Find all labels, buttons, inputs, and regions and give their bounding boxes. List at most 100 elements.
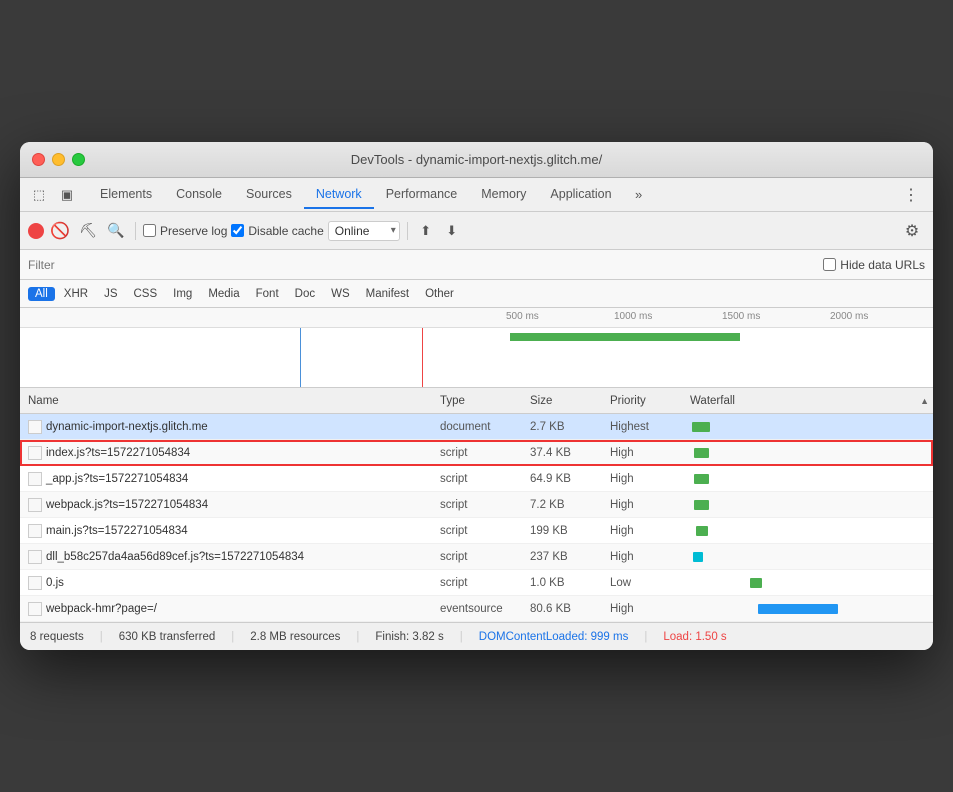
cell-name-8: webpack-hmr?page=/ xyxy=(20,602,440,616)
table-header: Name Type Size Priority Waterfall ▲ xyxy=(20,388,933,414)
header-type[interactable]: Type xyxy=(440,395,530,407)
more-tabs-icon[interactable]: » xyxy=(628,184,650,206)
cell-type-7: script xyxy=(440,577,530,589)
network-condition-select[interactable]: Online Offline Slow 3G Fast 3G xyxy=(328,221,400,241)
filter-img[interactable]: Img xyxy=(166,287,199,301)
cell-name-3: _app.js?ts=1572271054834 xyxy=(20,472,440,486)
filter-other[interactable]: Other xyxy=(418,287,461,301)
tab-memory[interactable]: Memory xyxy=(469,181,538,209)
filter-icon[interactable]: ⛏ xyxy=(76,219,100,243)
table-row[interactable]: index.js?ts=1572271054834 script 37.4 KB… xyxy=(20,440,933,466)
status-bar: 8 requests | 630 KB transferred | 2.8 MB… xyxy=(20,622,933,650)
window-title: DevTools - dynamic-import-nextjs.glitch.… xyxy=(351,152,602,167)
hide-data-urls-label[interactable]: Hide data URLs xyxy=(823,258,925,272)
load-line xyxy=(422,328,423,387)
filter-all[interactable]: All xyxy=(28,287,55,301)
ruler-labels: 500 ms 1000 ms 1500 ms 2000 ms 2500 ms 3… xyxy=(506,311,933,322)
tab-application[interactable]: Application xyxy=(538,181,623,209)
table-row[interactable]: main.js?ts=1572271054834 script 199 KB H… xyxy=(20,518,933,544)
cell-priority-4: High xyxy=(610,499,690,511)
cell-name-6: dll_b58c257da4aa56d89cef.js?ts=157227105… xyxy=(20,550,440,564)
separator-2 xyxy=(407,222,408,240)
header-size[interactable]: Size xyxy=(530,395,610,407)
filter-manifest[interactable]: Manifest xyxy=(359,287,416,301)
table-row[interactable]: 0.js script 1.0 KB Low xyxy=(20,570,933,596)
filter-type-bar: All XHR JS CSS Img Media Font Doc WS Man… xyxy=(20,280,933,308)
timeline-ruler: 500 ms 1000 ms 1500 ms 2000 ms 2500 ms 3… xyxy=(20,308,933,328)
cell-waterfall-7 xyxy=(690,570,933,595)
table-row[interactable]: _app.js?ts=1572271054834 script 64.9 KB … xyxy=(20,466,933,492)
record-button[interactable] xyxy=(28,223,44,239)
hide-data-urls-checkbox[interactable] xyxy=(823,258,836,271)
header-waterfall[interactable]: Waterfall ▲ xyxy=(690,395,933,407)
waterfall-bar-6 xyxy=(693,552,703,562)
cell-waterfall-3 xyxy=(690,466,933,491)
devtools-menu-icon[interactable]: ⋮ xyxy=(897,185,925,205)
status-load: Load: 1.50 s xyxy=(663,631,726,643)
import-icon[interactable]: ⬆ xyxy=(415,220,437,242)
cell-waterfall-6 xyxy=(690,544,933,569)
ruler-1500: 1500 ms xyxy=(722,311,830,322)
minimize-button[interactable] xyxy=(52,153,65,166)
sep-1: | xyxy=(100,631,103,643)
preserve-log-label[interactable]: Preserve log xyxy=(143,224,227,238)
export-icon[interactable]: ⬇ xyxy=(441,220,463,242)
ruler-2000: 2000 ms xyxy=(830,311,933,322)
filter-font[interactable]: Font xyxy=(249,287,286,301)
cell-priority-2: High xyxy=(610,447,690,459)
waterfall-bar-5 xyxy=(696,526,708,536)
status-transferred: 630 KB transferred xyxy=(119,631,216,643)
dom-content-loaded-line xyxy=(300,328,301,387)
tab-performance[interactable]: Performance xyxy=(374,181,470,209)
filter-js[interactable]: JS xyxy=(97,287,124,301)
waterfall-bar-8 xyxy=(758,604,838,614)
tab-sources[interactable]: Sources xyxy=(234,181,304,209)
tab-bar: ⬚ ▣ Elements Console Sources Network Per… xyxy=(20,178,933,212)
main-content: ⬚ ▣ Elements Console Sources Network Per… xyxy=(20,178,933,650)
filter-media[interactable]: Media xyxy=(201,287,246,301)
tab-console[interactable]: Console xyxy=(164,181,234,209)
file-icon-3 xyxy=(28,472,42,486)
cell-size-1: 2.7 KB xyxy=(530,421,610,433)
close-button[interactable] xyxy=(32,153,45,166)
filter-input[interactable] xyxy=(28,258,183,272)
filter-css[interactable]: CSS xyxy=(126,287,164,301)
table-row[interactable]: dynamic-import-nextjs.glitch.me document… xyxy=(20,414,933,440)
settings-icon[interactable]: ⚙ xyxy=(899,218,925,244)
pointer-icon[interactable]: ⬚ xyxy=(28,184,50,206)
network-toolbar: 🚫 ⛏ 🔍 Preserve log Disable cache Online … xyxy=(20,212,933,250)
cell-type-6: script xyxy=(440,551,530,563)
clear-button[interactable]: 🚫 xyxy=(48,219,72,243)
cell-waterfall-1 xyxy=(690,414,933,439)
cell-size-2: 37.4 KB xyxy=(530,447,610,459)
table-row[interactable]: webpack.js?ts=1572271054834 script 7.2 K… xyxy=(20,492,933,518)
separator-1 xyxy=(135,222,136,240)
tab-network[interactable]: Network xyxy=(304,181,374,209)
filter-doc[interactable]: Doc xyxy=(288,287,322,301)
cell-size-4: 7.2 KB xyxy=(530,499,610,511)
search-icon[interactable]: 🔍 xyxy=(104,219,128,243)
file-icon-7 xyxy=(28,576,42,590)
cell-waterfall-4 xyxy=(690,492,933,517)
cell-size-3: 64.9 KB xyxy=(530,473,610,485)
file-icon-2 xyxy=(28,446,42,460)
filter-xhr[interactable]: XHR xyxy=(57,287,95,301)
filter-ws[interactable]: WS xyxy=(324,287,357,301)
table-row[interactable]: dll_b58c257da4aa56d89cef.js?ts=157227105… xyxy=(20,544,933,570)
cell-priority-1: Highest xyxy=(610,421,690,433)
disable-cache-label[interactable]: Disable cache xyxy=(231,224,323,238)
header-name[interactable]: Name xyxy=(20,395,440,407)
cell-priority-5: High xyxy=(610,525,690,537)
disable-cache-checkbox[interactable] xyxy=(231,224,244,237)
waterfall-bar-1 xyxy=(692,422,710,432)
device-icon[interactable]: ▣ xyxy=(56,184,78,206)
cell-name-5: main.js?ts=1572271054834 xyxy=(20,524,440,538)
network-condition-wrap[interactable]: Online Offline Slow 3G Fast 3G xyxy=(328,221,400,241)
header-priority[interactable]: Priority xyxy=(610,395,690,407)
preserve-log-checkbox[interactable] xyxy=(143,224,156,237)
cell-type-2: script xyxy=(440,447,530,459)
cell-size-6: 237 KB xyxy=(530,551,610,563)
maximize-button[interactable] xyxy=(72,153,85,166)
tab-elements[interactable]: Elements xyxy=(88,181,164,209)
table-row[interactable]: webpack-hmr?page=/ eventsource 80.6 KB H… xyxy=(20,596,933,622)
